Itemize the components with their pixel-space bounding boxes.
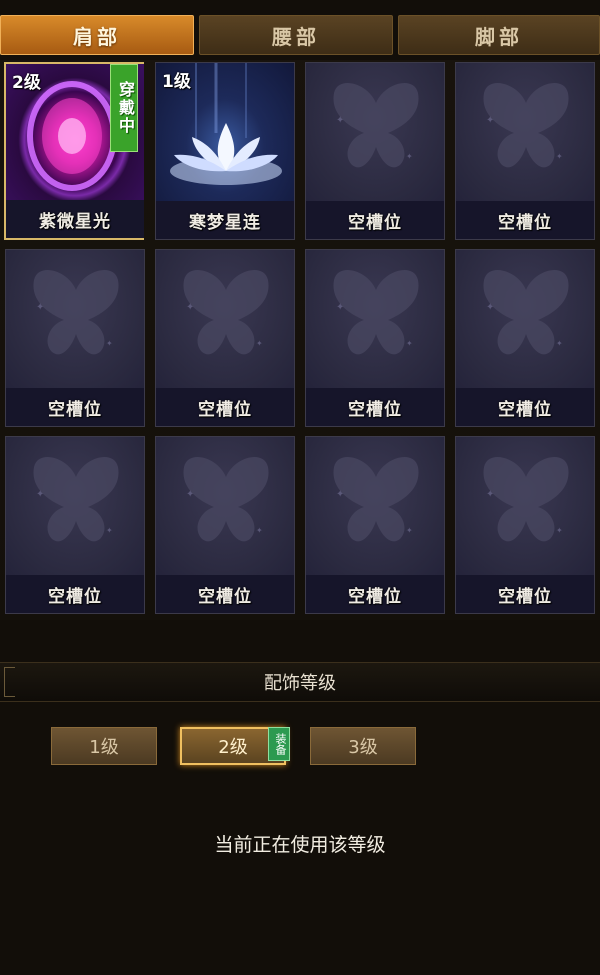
slot-empty[interactable]: ✦ ✦ 空槽位 [305, 62, 445, 240]
slot-name: 空槽位 [306, 575, 444, 613]
equipped-badge: 装备 [268, 727, 290, 761]
slot-name: 空槽位 [456, 575, 594, 613]
slot-empty[interactable]: ✦ ✦ 空槽位 [5, 436, 145, 614]
slot-name: 空槽位 [156, 575, 294, 613]
svg-text:✦: ✦ [106, 526, 113, 535]
slot-level-label: 1级 [162, 72, 191, 92]
slot-name: 紫微星光 [6, 200, 144, 238]
slot-ziwei-xingguang[interactable]: 2级 穿戴中 紫微星光 [4, 62, 144, 240]
svg-text:✦: ✦ [106, 339, 113, 348]
svg-text:✦: ✦ [336, 302, 344, 313]
svg-text:✦: ✦ [406, 526, 413, 535]
slot-name: 空槽位 [456, 201, 594, 239]
butterfly-placeholder-icon: ✦ ✦ [156, 250, 294, 388]
svg-text:✦: ✦ [336, 115, 344, 126]
level-3-button[interactable]: 3级 [310, 727, 416, 765]
slot-empty[interactable]: ✦ ✦ 空槽位 [155, 249, 295, 427]
butterfly-placeholder-icon: ✦ ✦ [456, 63, 594, 201]
slot-name: 空槽位 [306, 388, 444, 426]
tab-feet[interactable]: 脚部 [398, 15, 600, 55]
butterfly-placeholder-icon: ✦ ✦ [6, 250, 144, 388]
butterfly-placeholder-icon: ✦ ✦ [6, 437, 144, 575]
slot-empty[interactable]: ✦ ✦ 空槽位 [305, 249, 445, 427]
butterfly-placeholder-icon: ✦ ✦ [456, 437, 594, 575]
butterfly-placeholder-icon: ✦ ✦ [306, 250, 444, 388]
svg-text:✦: ✦ [556, 526, 563, 535]
category-tabs: 肩部 腰部 脚部 [0, 0, 600, 60]
svg-text:✦: ✦ [336, 489, 344, 500]
slot-name: 空槽位 [456, 388, 594, 426]
svg-text:✦: ✦ [486, 302, 494, 313]
slot-name: 空槽位 [6, 575, 144, 613]
slot-name: 空槽位 [306, 201, 444, 239]
slot-empty[interactable]: ✦ ✦ 空槽位 [455, 249, 595, 427]
slot-empty[interactable]: ✦ ✦ 空槽位 [5, 249, 145, 427]
slot-name: 空槽位 [156, 388, 294, 426]
svg-text:✦: ✦ [406, 339, 413, 348]
wearing-badge: 穿戴中 [110, 64, 138, 152]
accessory-level-panel: 配饰等级 1级 2级 装备 3级 当前正在使用该等级 [0, 620, 600, 975]
panel-title: 配饰等级 [264, 673, 336, 694]
svg-text:✦: ✦ [256, 526, 263, 535]
butterfly-placeholder-icon: ✦ ✦ [156, 437, 294, 575]
accessory-slot-grid: 2级 穿戴中 紫微星光 1级 寒梦星连 ✦ ✦ 空槽位 ✦ ✦ 空槽位 ✦ ✦ … [0, 60, 600, 620]
svg-text:✦: ✦ [186, 302, 194, 313]
svg-text:✦: ✦ [406, 152, 413, 161]
slot-empty[interactable]: ✦ ✦ 空槽位 [455, 62, 595, 240]
svg-text:✦: ✦ [186, 489, 194, 500]
slot-empty[interactable]: ✦ ✦ 空槽位 [155, 436, 295, 614]
slot-name: 寒梦星连 [156, 201, 294, 239]
svg-text:✦: ✦ [486, 489, 494, 500]
level-1-button[interactable]: 1级 [51, 727, 157, 765]
slot-name: 空槽位 [6, 388, 144, 426]
accessory-window: 肩部 腰部 脚部 2级 穿戴中 紫微星光 1级 寒梦星连 ✦ ✦ 空槽位 ✦ ✦… [0, 0, 600, 975]
svg-text:✦: ✦ [36, 302, 44, 313]
slot-hanmeng-xinglian[interactable]: 1级 寒梦星连 [155, 62, 295, 240]
svg-text:✦: ✦ [36, 489, 44, 500]
butterfly-placeholder-icon: ✦ ✦ [306, 437, 444, 575]
svg-text:✦: ✦ [556, 339, 563, 348]
tab-waist[interactable]: 腰部 [199, 15, 393, 55]
tab-shoulder[interactable]: 肩部 [0, 15, 194, 55]
slot-level-label: 2级 [12, 73, 41, 93]
svg-text:✦: ✦ [256, 339, 263, 348]
slot-empty[interactable]: ✦ ✦ 空槽位 [455, 436, 595, 614]
butterfly-placeholder-icon: ✦ ✦ [306, 63, 444, 201]
butterfly-placeholder-icon: ✦ ✦ [456, 250, 594, 388]
svg-text:✦: ✦ [486, 115, 494, 126]
level-status-text: 当前正在使用该等级 [214, 834, 386, 856]
slot-empty[interactable]: ✦ ✦ 空槽位 [305, 436, 445, 614]
svg-text:✦: ✦ [556, 152, 563, 161]
panel-header: 配饰等级 [0, 662, 600, 702]
